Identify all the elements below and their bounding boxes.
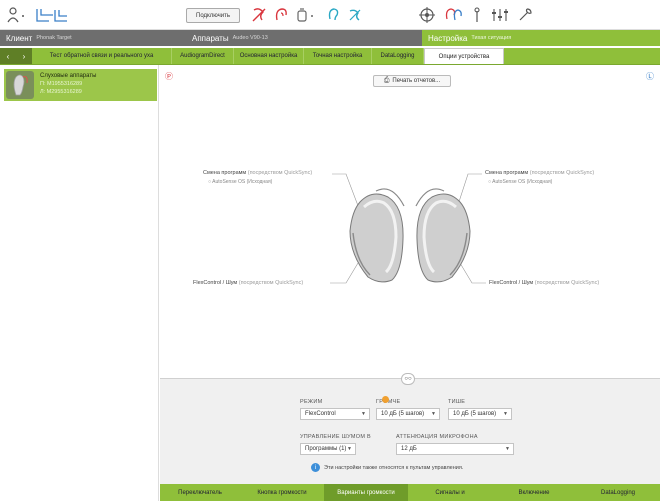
radio-icon: ○ (488, 179, 492, 185)
device-right-serial: П: M1955316289 (40, 81, 83, 87)
right-program-sub: ○ AutoSense OS (Исходная) (488, 179, 553, 185)
tab-volume-button[interactable]: Кнопка громкости (240, 484, 324, 501)
bottom-tab-bar: Переключатель Кнопка громкости Варианты … (160, 484, 660, 501)
target-icon[interactable] (418, 6, 436, 24)
equalizer-icon[interactable] (490, 6, 510, 24)
noise-control-select[interactable]: Программы (1) ▼ (300, 443, 356, 455)
collapse-icon[interactable]: ○○ (401, 373, 415, 385)
quieter-select[interactable]: 10 дБ (5 шагов) ▼ (448, 408, 512, 420)
device-options-area: Ⓟ Ⓛ ⎙ Печать отчетов... Смена программ (… (160, 65, 660, 378)
device-card[interactable]: Слуховые аппараты П: M1955316289 Л: M295… (4, 69, 157, 101)
tab-power-on[interactable]: Включение (492, 484, 576, 501)
info-icon: i (311, 463, 320, 472)
quieter-caption: ТИШЕ (448, 399, 466, 405)
tab-basic-fitting[interactable]: Основная настройка (234, 48, 304, 64)
right-program-change-label: Смена программ (посредством QuickSync) (485, 170, 595, 176)
hearing-aid-icon (6, 71, 34, 99)
right-flexcontrol-label: FlexControl / Шум (посредством QuickSync… (489, 280, 600, 286)
chevron-right-icon[interactable]: › (23, 52, 26, 61)
fitting-value: Тихая ситуация (471, 35, 512, 41)
top-toolbar: Подключить (0, 0, 660, 30)
client-section[interactable]: Клиент Phonak Target (6, 30, 72, 46)
mode-select[interactable]: FlexControl ▼ (300, 408, 370, 420)
info-note: i Эти настройки также относятся к пульта… (311, 463, 463, 472)
left-panel: Слуховые аппараты П: M1955316289 Л: M295… (0, 65, 159, 501)
tab-toggle[interactable]: Переключатель (160, 484, 240, 501)
chevron-down-icon: ▼ (431, 411, 436, 417)
mic-attenuation-caption: АТТЕНЮАЦИЯ МИКРОФОНА (396, 434, 478, 440)
audiogram-icon[interactable] (34, 6, 70, 24)
cancel-icon[interactable] (346, 6, 364, 24)
tab-signals[interactable]: Сигналы и (408, 484, 492, 501)
tab-nav-arrows[interactable]: ‹ › (0, 48, 32, 64)
left-program-sub: ○ AutoSense OS (Исходная) (208, 179, 273, 185)
chevron-down-icon: ▼ (361, 411, 366, 417)
antenna-icon[interactable] (470, 6, 484, 24)
tab-volume-options[interactable]: Варианты громкости (324, 484, 408, 501)
fitting-label: Настройка (428, 33, 468, 43)
chevron-left-icon[interactable]: ‹ (7, 52, 10, 61)
tools-icon[interactable] (516, 6, 534, 24)
mic-attenuation-select[interactable]: 12 дБ ▼ (396, 443, 514, 455)
client-value: Phonak Target (36, 35, 72, 41)
tab-fine-tuning[interactable]: Точная настройка (304, 48, 372, 64)
mode-caption: РЕЖИМ (300, 399, 323, 405)
devices-section[interactable]: Аппараты Audeo V90-13 (192, 30, 268, 46)
hearing-icon[interactable] (442, 6, 464, 24)
header-bar: Клиент Phonak Target Аппараты Audeo V90-… (0, 30, 660, 46)
devices-value: Audeo V90-13 (232, 35, 268, 41)
user-icon[interactable] (6, 6, 28, 24)
tab-bottom-datalogging[interactable]: DataLogging (576, 484, 660, 501)
device-left-serial: Л: M2955316289 (40, 89, 82, 95)
mute-icon[interactable] (250, 6, 268, 24)
feedback-icon[interactable] (272, 6, 290, 24)
tab-audiogramdirect[interactable]: AudiogramDirect (172, 48, 234, 64)
tab-device-options[interactable]: Опции устройства (424, 48, 504, 64)
hearing-aids-illustration (330, 173, 486, 284)
ear-icon[interactable] (324, 6, 342, 24)
tab-datalogging[interactable]: DataLogging (372, 48, 424, 64)
noise-control-caption: УПРАВЛЕНИЕ ШУМОМ В (300, 434, 371, 440)
tab-feedback-rem[interactable]: Тест обратной связи и реального уха (32, 48, 172, 64)
left-flexcontrol-label: FlexControl / Шум (посредством QuickSync… (193, 280, 304, 286)
main-tab-bar: ‹ › Тест обратной связи и реального уха … (0, 48, 660, 65)
settings-panel: ○○ РЕЖИМ FlexControl ▼ ГРОМЧЕ 10 дБ (5 ша… (160, 373, 660, 484)
chevron-down-icon: ▼ (505, 446, 510, 452)
alert-icon (382, 396, 389, 403)
chevron-down-icon: ▼ (503, 411, 508, 417)
devices-label: Аппараты (192, 33, 229, 43)
client-label: Клиент (6, 33, 33, 43)
fitting-section[interactable]: Настройка Тихая ситуация (422, 30, 660, 46)
louder-select[interactable]: 10 дБ (5 шагов) ▼ (376, 408, 440, 420)
connect-button[interactable]: Подключить (186, 8, 240, 23)
device-icon[interactable] (294, 6, 320, 24)
radio-icon: ○ (208, 179, 212, 185)
device-title: Слуховые аппараты (40, 73, 97, 79)
chevron-down-icon: ▼ (347, 446, 352, 452)
left-program-change-label: Смена программ (посредством QuickSync) (203, 170, 313, 176)
